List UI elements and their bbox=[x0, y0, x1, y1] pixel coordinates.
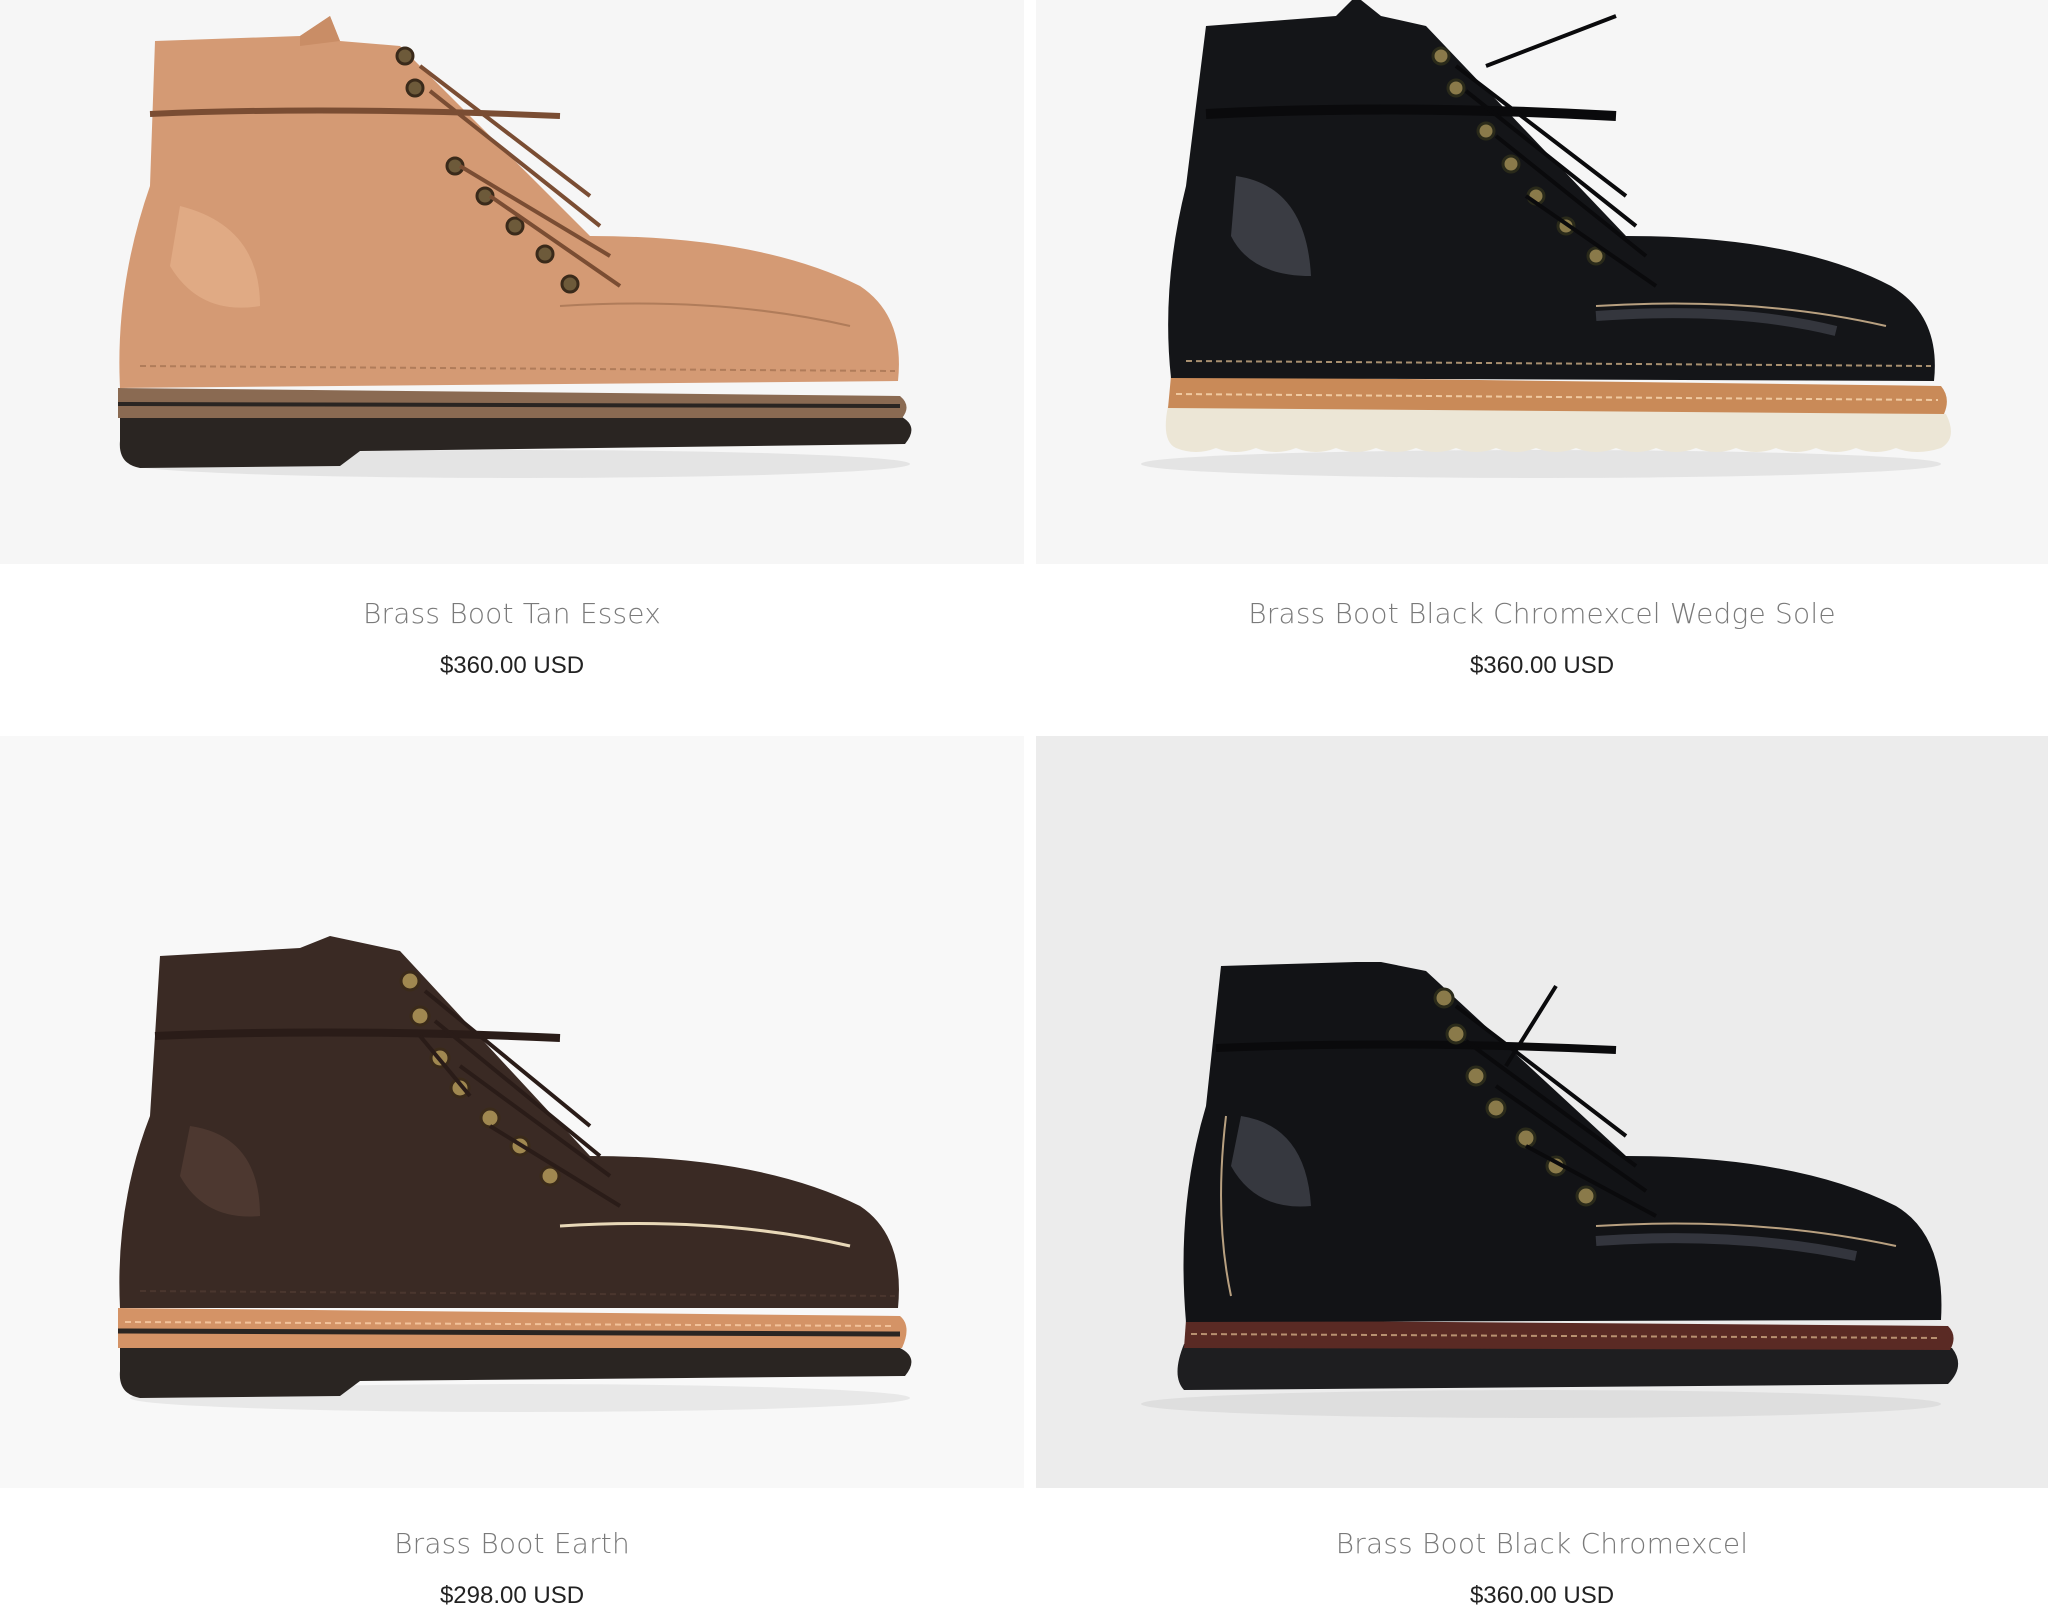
product-title[interactable]: Brass Boot Black Chromexcel Wedge Sole bbox=[1036, 594, 2048, 634]
product-image[interactable] bbox=[0, 0, 1024, 564]
product-grid: Brass Boot Tan Essex $360.00 USD Brass B… bbox=[0, 0, 2048, 1612]
product-card[interactable]: Brass Boot Earth $298.00 USD bbox=[0, 736, 1024, 1612]
product-card[interactable]: Brass Boot Tan Essex $360.00 USD bbox=[0, 0, 1024, 682]
product-card[interactable]: Brass Boot Black Chromexcel $360.00 USD bbox=[1036, 736, 2048, 1612]
product-title[interactable]: Brass Boot Tan Essex bbox=[0, 594, 1024, 634]
product-title[interactable]: Brass Boot Earth bbox=[0, 1524, 1024, 1564]
tan-boot-image bbox=[117, 16, 912, 478]
product-image[interactable] bbox=[0, 736, 1024, 1488]
black-wedge-boot-image bbox=[1141, 0, 1951, 478]
product-price: $360.00 USD bbox=[1469, 1582, 1615, 1609]
product-image[interactable] bbox=[1036, 0, 2048, 564]
product-title[interactable]: Brass Boot Black Chromexcel bbox=[1036, 1524, 2048, 1564]
product-card[interactable]: Brass Boot Black Chromexcel Wedge Sole $… bbox=[1036, 0, 2048, 682]
product-image[interactable] bbox=[1036, 736, 2048, 1488]
earth-boot-image bbox=[117, 936, 912, 1412]
black-boot-image bbox=[1141, 962, 1959, 1418]
product-price: $298.00 USD bbox=[439, 1582, 585, 1609]
product-price: $360.00 USD bbox=[439, 652, 585, 679]
product-price: $360.00 USD bbox=[1469, 652, 1615, 679]
